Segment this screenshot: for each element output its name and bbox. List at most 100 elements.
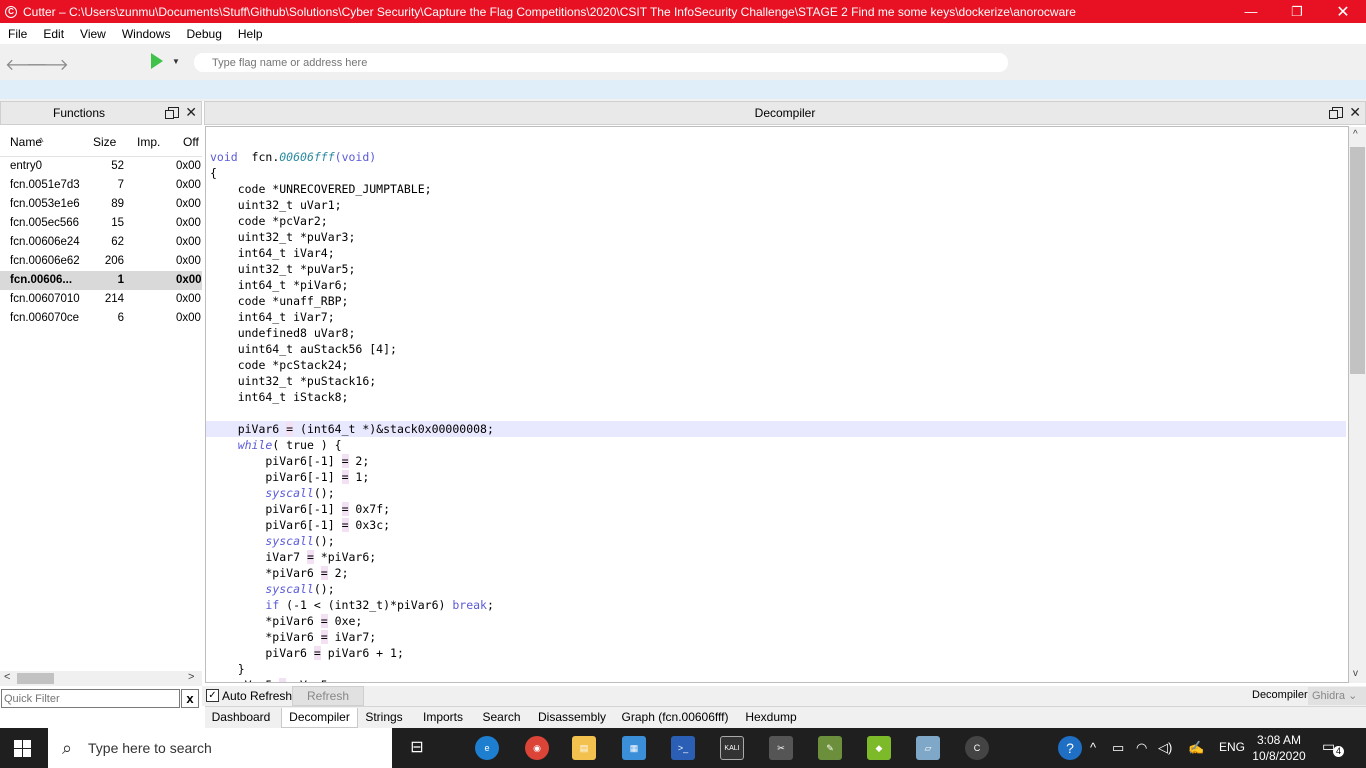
notification-center-icon[interactable]: ▭ 4: [1322, 738, 1344, 758]
menu-view[interactable]: View: [72, 27, 114, 41]
code-line[interactable]: int64_t iVar7;: [210, 309, 335, 325]
tab-graph[interactable]: Graph (fcn.00606fff): [619, 708, 731, 728]
help-icon[interactable]: ?: [1058, 736, 1082, 760]
chevron-down-icon[interactable]: ▼: [172, 57, 180, 66]
quick-filter-input[interactable]: [1, 689, 180, 708]
column-header-name[interactable]: Name: [10, 135, 42, 149]
flag-address-input[interactable]: [194, 53, 1008, 72]
chrome-browser-icon[interactable]: ◉: [525, 736, 549, 760]
code-line[interactable]: *piVar6 = 0xe;: [210, 613, 362, 629]
windows-start-icon[interactable]: [14, 740, 31, 757]
tab-imports[interactable]: Imports: [415, 708, 471, 728]
tab-hexdump[interactable]: Hexdump: [741, 708, 801, 728]
file-explorer-icon[interactable]: ▤: [572, 736, 596, 760]
network-app-icon[interactable]: ▦: [622, 736, 646, 760]
code-line[interactable]: code *pcStack24;: [210, 357, 349, 373]
code-line[interactable]: piVar6[-1] = 0x3c;: [210, 517, 390, 533]
code-line[interactable]: uint32_t *puVar5;: [210, 261, 356, 277]
decompiler-code-view[interactable]: void fcn.00606fff(void){ code *UNRECOVER…: [205, 126, 1349, 683]
code-line[interactable]: piVar6 = piVar6 + 1;: [210, 645, 404, 661]
table-row[interactable]: fcn.005ec566 15 0x00: [0, 214, 202, 233]
minimize-button[interactable]: —: [1228, 0, 1274, 23]
green-app-icon[interactable]: ◆: [867, 736, 891, 760]
column-header-imp[interactable]: Imp.: [137, 135, 160, 149]
clear-filter-button[interactable]: x: [181, 689, 199, 708]
kali-icon[interactable]: KALI: [720, 736, 744, 760]
tab-strings[interactable]: Strings: [361, 708, 407, 728]
table-row[interactable]: fcn.00606e62 206 0x00: [0, 252, 202, 271]
play-icon[interactable]: [151, 53, 163, 69]
chevron-up-icon[interactable]: ^: [1090, 740, 1096, 755]
table-row[interactable]: fcn.0053e1e6 89 0x00: [0, 195, 202, 214]
table-row[interactable]: fcn.00607010 214 0x00: [0, 290, 202, 309]
tab-disassembly[interactable]: Disassembly: [533, 708, 611, 728]
scroll-up-icon[interactable]: ^: [1353, 129, 1358, 140]
close-window-button[interactable]: ✕: [1320, 0, 1366, 23]
code-line[interactable]: piVar6[-1] = 2;: [210, 453, 369, 469]
code-line[interactable]: int64_t iVar4;: [210, 245, 335, 261]
close-panel-icon[interactable]: ✕: [185, 104, 197, 121]
table-row[interactable]: entry0 52 0x00: [0, 157, 202, 176]
code-line[interactable]: syscall();: [210, 581, 334, 597]
code-line[interactable]: piVar6[-1] = 0x7f;: [210, 501, 390, 517]
code-line[interactable]: uint32_t *puStack16;: [210, 373, 376, 389]
restore-button[interactable]: ❐: [1274, 0, 1320, 23]
forward-arrow-icon[interactable]: 🡒: [26, 54, 69, 75]
code-line[interactable]: uint32_t *puVar3;: [210, 229, 356, 245]
code-line[interactable]: if (-1 < (int32_t)*piVar6) break;: [210, 597, 494, 613]
column-header-size[interactable]: Size: [93, 135, 116, 149]
menu-windows[interactable]: Windows: [114, 27, 179, 41]
column-header-offset[interactable]: Off: [183, 135, 199, 149]
code-line[interactable]: code *unaff_RBP;: [210, 293, 349, 309]
menu-edit[interactable]: Edit: [35, 27, 72, 41]
float-panel-icon[interactable]: [1329, 107, 1344, 119]
taskbar-clock[interactable]: 3:08 AM 10/8/2020: [1249, 732, 1309, 764]
float-panel-icon[interactable]: [165, 107, 180, 119]
refresh-button[interactable]: Refresh: [292, 686, 364, 706]
code-line[interactable]: piVar6 = (int64_t *)&stack0x00000008;: [206, 421, 1346, 437]
code-line[interactable]: code *UNRECOVERED_JUMPTABLE;: [210, 181, 432, 197]
task-view-icon[interactable]: ⊟: [405, 736, 429, 760]
code-line[interactable]: *piVar6 = iVar7;: [210, 629, 376, 645]
code-line[interactable]: syscall();: [210, 485, 334, 501]
tab-dashboard[interactable]: Dashboard: [205, 708, 277, 728]
language-indicator[interactable]: ENG: [1219, 740, 1245, 754]
code-line[interactable]: uint32_t uVar1;: [210, 197, 342, 213]
code-line[interactable]: undefined8 uVar8;: [210, 325, 356, 341]
code-line[interactable]: iVar7 = *piVar6;: [210, 549, 376, 565]
code-line[interactable]: {: [210, 165, 217, 181]
code-line[interactable]: *piVar6 = 2;: [210, 565, 349, 581]
pen-icon[interactable]: ✍: [1188, 740, 1204, 756]
code-line[interactable]: piVar6[-1] = 1;: [210, 469, 369, 485]
editor-app-icon[interactable]: ▱: [916, 736, 940, 760]
table-row[interactable]: fcn.0051e7d3 7 0x00: [0, 176, 202, 195]
menu-file[interactable]: File: [0, 27, 35, 41]
menu-help[interactable]: Help: [230, 27, 271, 41]
decompiler-select[interactable]: Ghidra ⌄: [1308, 687, 1366, 705]
code-line[interactable]: }: [210, 661, 245, 677]
table-row[interactable]: fcn.006070ce 6 0x00: [0, 309, 202, 328]
code-line[interactable]: code *pcVar2;: [210, 213, 328, 229]
screenshot-tool-icon[interactable]: ✂: [769, 736, 793, 760]
volume-icon[interactable]: ◁): [1158, 740, 1172, 756]
decompiler-vertical-scrollbar[interactable]: ^ v: [1349, 127, 1366, 683]
code-line[interactable]: uint64_t auStack56 [4];: [210, 341, 397, 357]
powershell-icon[interactable]: >_: [671, 736, 695, 760]
notepad-icon[interactable]: ✎: [818, 736, 842, 760]
code-line[interactable]: int64_t iStack8;: [210, 389, 349, 405]
scrollbar-thumb[interactable]: [1350, 147, 1365, 374]
wifi-icon[interactable]: ◠: [1136, 740, 1147, 756]
close-panel-icon[interactable]: ✕: [1349, 104, 1361, 121]
code-line[interactable]: syscall();: [210, 533, 334, 549]
battery-icon[interactable]: ▭: [1112, 740, 1124, 756]
table-row[interactable]: fcn.00606e24 62 0x00: [0, 233, 202, 252]
tab-decompiler[interactable]: Decompiler: [281, 708, 358, 728]
table-row[interactable]: fcn.00606... 1 0x00: [0, 271, 202, 290]
scrollbar-thumb[interactable]: [17, 673, 54, 684]
code-line[interactable]: int64_t *piVar6;: [210, 277, 349, 293]
cutter-taskbar-icon[interactable]: C: [965, 736, 989, 760]
code-line[interactable]: uVar5 = uVar5: [210, 677, 328, 682]
taskbar-search-box[interactable]: ⌕ Type here to search: [48, 728, 392, 768]
menu-debug[interactable]: Debug: [179, 27, 230, 41]
functions-horizontal-scrollbar[interactable]: < >: [0, 671, 202, 686]
